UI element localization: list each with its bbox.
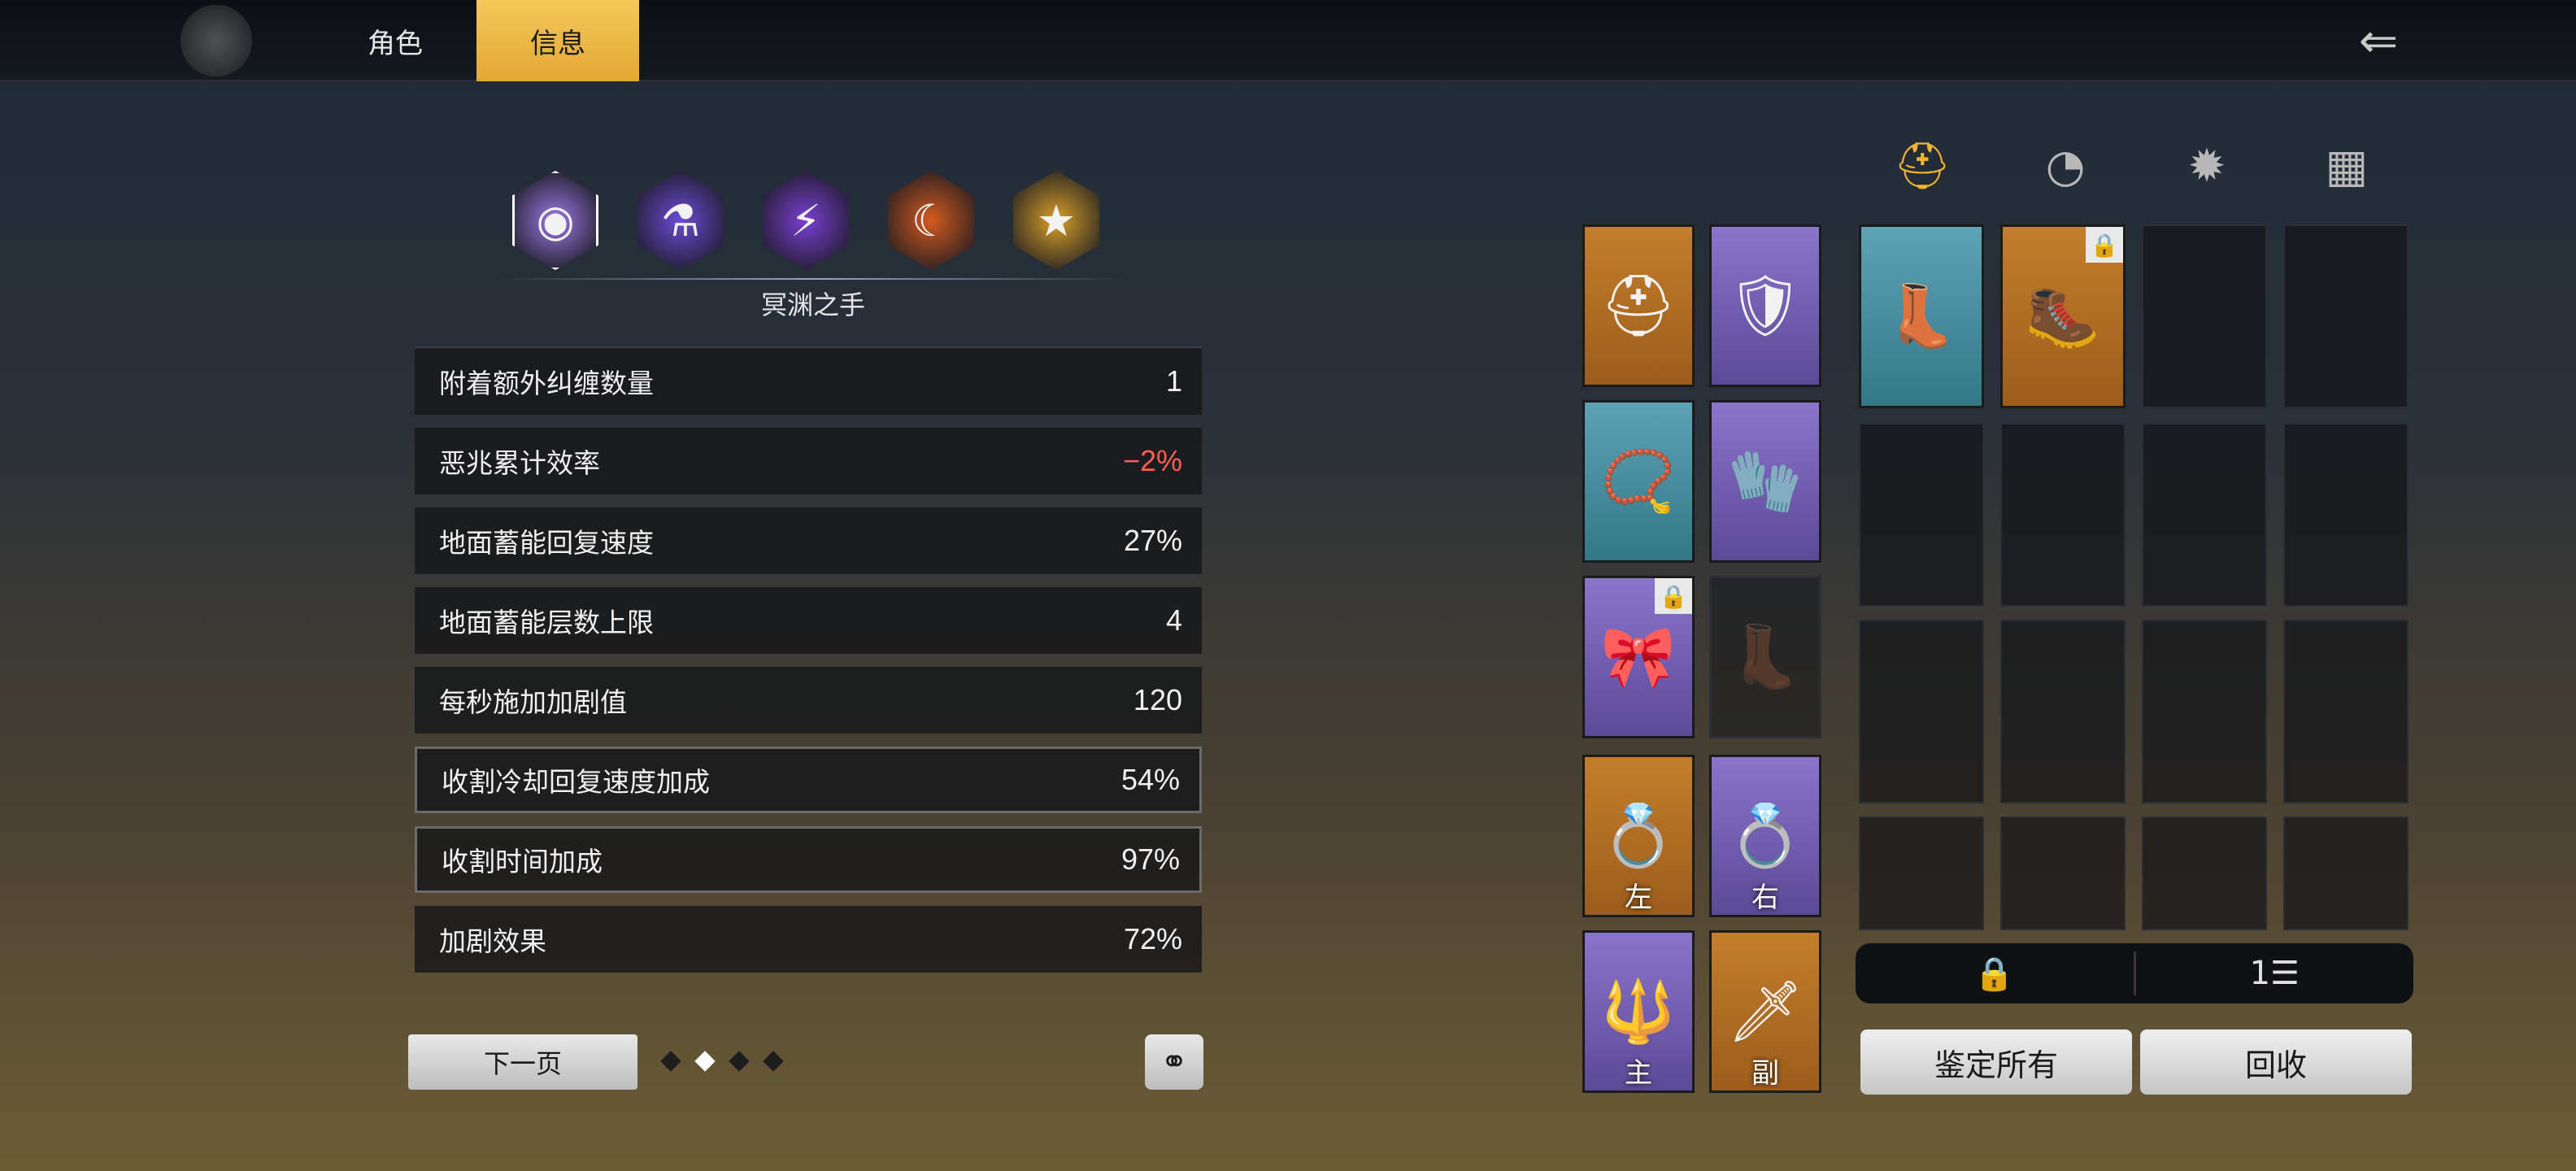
stat-value: 72%: [1123, 922, 1182, 956]
gold-star-icon[interactable]: ★: [1013, 171, 1099, 270]
slot-label: 主: [1625, 1057, 1652, 1090]
equip-slot-necklace[interactable]: 📿: [1582, 400, 1695, 563]
gear-category-icon[interactable]: ◔: [2041, 137, 2090, 195]
helmet-category-icon[interactable]: ⛑: [1893, 137, 1951, 195]
tab-info[interactable]: 信息: [476, 0, 639, 81]
void-vortex-icon[interactable]: ◉: [512, 171, 598, 270]
slot-label: 左: [1625, 882, 1652, 914]
inventory-slot-empty[interactable]: [1859, 816, 1984, 930]
inventory-slot-empty[interactable]: [2000, 816, 2126, 930]
ring-left-icon: 💍: [1600, 800, 1677, 871]
lock-icon: 🔒: [1655, 578, 1692, 614]
inventory-slot-empty[interactable]: [1859, 620, 1984, 803]
stat-label: 附着额外纠缠数量: [439, 368, 654, 399]
stat-label: 加剧效果: [439, 925, 546, 957]
potion-orb-icon[interactable]: ⚗: [637, 171, 724, 270]
stat-value: 54%: [1120, 763, 1180, 796]
stat-row: 收割时间加成 97%: [415, 826, 1202, 893]
equip-slot-belt[interactable]: 🎀 🔒: [1582, 576, 1695, 738]
helmet-icon: ⛑: [1600, 270, 1677, 341]
page-dot[interactable]: [729, 1051, 750, 1072]
inventory-slot-empty[interactable]: [1859, 423, 1984, 607]
stat-row: 加剧效果 72%: [415, 906, 1202, 973]
ring-right-icon: 💍: [1727, 800, 1804, 871]
stat-row: 地面蓄能层数上限 4: [415, 587, 1202, 654]
stat-row: 每秒施加加剧值 120: [415, 667, 1202, 734]
stat-label: 地面蓄能层数上限: [439, 607, 654, 638]
necklace-icon: 📿: [1600, 446, 1677, 516]
stat-row: 附着额外纠缠数量 1: [415, 348, 1202, 415]
inventory-item[interactable]: 👢: [1859, 224, 1984, 408]
inventory-toolbar: 🔒 1☰: [1856, 943, 2413, 1003]
equip-slot-helmet[interactable]: ⛑: [1582, 224, 1695, 387]
stat-value: −2%: [1122, 444, 1182, 477]
inventory-slot-empty[interactable]: [2000, 423, 2126, 607]
lock-icon: 🔒: [2086, 227, 2123, 263]
purple-lightning-icon[interactable]: ⚡: [763, 171, 849, 270]
divider: [496, 278, 1130, 280]
lock-icon[interactable]: 🔒: [1856, 943, 2134, 1003]
belt-icon: 🎀: [1600, 621, 1677, 692]
gloves-icon: 🧤: [1727, 446, 1804, 516]
recycle-button[interactable]: 回收: [2140, 1030, 2412, 1095]
page-indicator: [660, 1051, 784, 1072]
skill-name: 冥渊之手: [760, 289, 865, 320]
stat-label: 每秒施加加剧值: [439, 686, 627, 718]
slot-label: 副: [1751, 1057, 1779, 1090]
inventory-slot-empty[interactable]: [2142, 224, 2267, 408]
grid-category-icon[interactable]: ▦: [2322, 137, 2371, 195]
skill-icons: ◉ ⚗ ⚡ ☾ ★: [512, 171, 1099, 270]
chest-armor-icon: 🛡: [1727, 270, 1804, 341]
stat-label: 收割冷却回复速度加成: [442, 766, 710, 798]
stat-label: 收割时间加成: [442, 846, 603, 877]
stat-label: 恶兆累计效率: [439, 447, 600, 479]
inventory-slot-empty[interactable]: [2000, 620, 2126, 803]
page-dot[interactable]: [694, 1051, 716, 1072]
equip-slot-chest-armor[interactable]: 🛡: [1709, 224, 1821, 387]
inventory-slot-empty[interactable]: [2142, 620, 2267, 803]
stat-value: 120: [1133, 683, 1182, 716]
page-dot[interactable]: [763, 1051, 784, 1072]
stat-row: 地面蓄能回复速度 27%: [415, 507, 1202, 574]
identify-all-button[interactable]: 鉴定所有: [1860, 1030, 2132, 1095]
stats-list: 附着额外纠缠数量 1 恶兆累计效率 −2% 地面蓄能回复速度 27% 地面蓄能层数上限 4 每秒…: [415, 348, 1202, 986]
back-arrow-icon[interactable]: ⇐: [2342, 13, 2415, 68]
equip-slot-boots-empty[interactable]: 👢: [1709, 576, 1821, 738]
equip-slot-ring-left[interactable]: 💍 左: [1582, 755, 1695, 917]
stat-label: 地面蓄能回复速度: [439, 527, 654, 559]
inventory-slot-empty[interactable]: [2283, 224, 2408, 408]
stat-row: 恶兆累计效率 −2%: [415, 428, 1202, 494]
boots-empty-icon: 👢: [1727, 621, 1804, 692]
boots-icon: 👢: [1883, 281, 1960, 351]
logo-icon: [181, 5, 252, 76]
tab-character[interactable]: 角色: [314, 0, 476, 81]
stat-value: 1: [1165, 364, 1182, 398]
inventory-item[interactable]: 🥾 🔒: [2000, 224, 2126, 408]
inventory-slot-empty[interactable]: [2142, 423, 2267, 607]
stat-value: 27%: [1123, 524, 1182, 557]
stat-value: 97%: [1120, 842, 1180, 876]
page-dot[interactable]: [660, 1051, 681, 1072]
next-page-button[interactable]: 下一页: [408, 1034, 637, 1090]
inventory-slot-empty[interactable]: [2283, 423, 2408, 607]
weapon-off-icon: 🗡: [1727, 976, 1804, 1047]
equip-slot-ring-right[interactable]: 💍 右: [1709, 755, 1821, 917]
equip-slot-weapon-off[interactable]: 🗡 副: [1709, 930, 1821, 1093]
inventory-slot-empty[interactable]: [2283, 620, 2408, 803]
slot-label: 右: [1751, 882, 1779, 914]
equip-slot-gloves[interactable]: 🧤: [1709, 400, 1821, 563]
boots-icon: 🥾: [2025, 281, 2101, 351]
inventory-slot-empty[interactable]: [2283, 816, 2408, 930]
fire-crescent-icon[interactable]: ☾: [888, 171, 974, 270]
inventory-slot-empty[interactable]: [2142, 816, 2267, 930]
weapon-main-icon: 🔱: [1600, 976, 1677, 1047]
sort-icon[interactable]: 1☰: [2136, 943, 2414, 1003]
stat-row: 收割冷却回复速度加成 54%: [415, 747, 1202, 813]
stat-value: 4: [1165, 603, 1182, 637]
share-icon[interactable]: ⚭: [1145, 1034, 1203, 1090]
skill-category-icon[interactable]: ✹: [2182, 137, 2231, 195]
top-bar: 角色 信息 ⇐: [0, 0, 2576, 81]
equip-slot-weapon-main[interactable]: 🔱 主: [1582, 930, 1695, 1093]
